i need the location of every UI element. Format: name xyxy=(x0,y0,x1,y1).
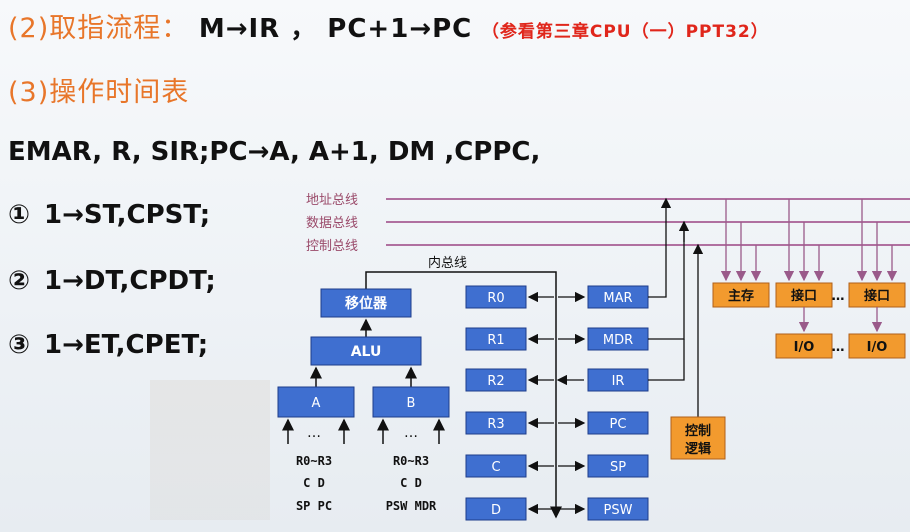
reg-r2: R2 xyxy=(487,374,504,389)
reg-r0: R0 xyxy=(487,291,504,306)
step-3-text: 1→ET,CPET; xyxy=(44,330,209,360)
interface-2: 接口 xyxy=(864,288,890,304)
interface-dots: … xyxy=(832,289,845,304)
b-input-1: R0~R3 xyxy=(393,454,429,468)
ops-line: EMAR, R, SIR;PC→A, A+1, DM ,CPPC, xyxy=(8,137,541,167)
reg-psw: PSW xyxy=(604,503,633,518)
fetch-flow: M→IR ， PC+1→PC xyxy=(198,14,473,44)
heading-fetch: (2)取指流程： M→IR ， PC+1→PC （参看第三章CPU（一）PPT3… xyxy=(8,6,769,45)
step-3: ③ 1→ET,CPET; xyxy=(8,330,208,360)
a-input-dots: … xyxy=(307,425,321,441)
reg-mar: MAR xyxy=(603,291,632,306)
system-buses: 地址总线 数据总线 控制总线 xyxy=(306,193,910,254)
interface-1: 接口 xyxy=(791,288,817,304)
step-1: ① 1→ST,CPST; xyxy=(8,200,210,230)
shifter-label: 移位器 xyxy=(345,295,388,312)
reg-sp: SP xyxy=(610,460,626,475)
alu-section: 移位器 ALU A B … … R0~R3 C D SP PC R0~R3 C … xyxy=(277,288,450,513)
step-2-number: ② xyxy=(8,266,31,296)
memory-io: 主存 接口 … 接口 I/O … I/O xyxy=(712,282,906,359)
reg-r1: R1 xyxy=(487,333,504,348)
a-input-2: C D xyxy=(303,476,325,490)
io-1: I/O xyxy=(794,340,815,355)
register-b-label: B xyxy=(407,396,416,411)
cpu-bus-diagram: 地址总线 数据总线 控制总线 内总线 移位器 ALU A B … … R0~R3… xyxy=(277,193,910,521)
reg-c: C xyxy=(491,460,500,475)
reg-ir: IR xyxy=(612,374,625,389)
step-1-text: 1→ST,CPST; xyxy=(44,200,211,230)
control-bus-label: 控制总线 xyxy=(306,239,358,254)
reg-mdr: MDR xyxy=(603,333,633,348)
internal-bus-label: 内总线 xyxy=(428,255,467,271)
special-registers: MAR MDR IR PC SP PSW xyxy=(587,285,649,521)
background-building xyxy=(150,380,270,520)
control-logic-label-1: 控制 xyxy=(685,423,711,439)
fetch-label: (2)取指流程： xyxy=(8,13,190,44)
reg-d: D xyxy=(491,503,501,518)
reg-r3: R3 xyxy=(487,417,504,432)
address-bus-label: 地址总线 xyxy=(306,193,358,208)
register-a-label: A xyxy=(312,396,321,411)
alu-label: ALU xyxy=(351,344,382,360)
step-1-number: ① xyxy=(8,200,31,230)
fetch-reference: （参看第三章CPU（一）PPT32） xyxy=(481,22,769,42)
io-2: I/O xyxy=(867,340,888,355)
main-memory: 主存 xyxy=(728,288,754,304)
heading-timetable: (3)操作时间表 xyxy=(8,77,190,108)
step-2-text: 1→DT,CPDT; xyxy=(44,266,216,296)
general-registers: R0 R1 R2 R3 C D xyxy=(465,285,527,521)
b-input-dots: … xyxy=(404,425,418,441)
step-3-number: ③ xyxy=(8,330,31,360)
a-input-3: SP PC xyxy=(296,499,332,513)
control-logic-label-2: 逻辑 xyxy=(685,441,711,457)
step-2: ② 1→DT,CPDT; xyxy=(8,266,216,296)
data-bus-label: 数据总线 xyxy=(306,216,358,231)
a-input-1: R0~R3 xyxy=(296,454,332,468)
b-input-3: PSW MDR xyxy=(386,499,437,513)
io-dots: … xyxy=(832,340,845,355)
b-input-2: C D xyxy=(400,476,422,490)
reg-pc: PC xyxy=(610,417,627,432)
